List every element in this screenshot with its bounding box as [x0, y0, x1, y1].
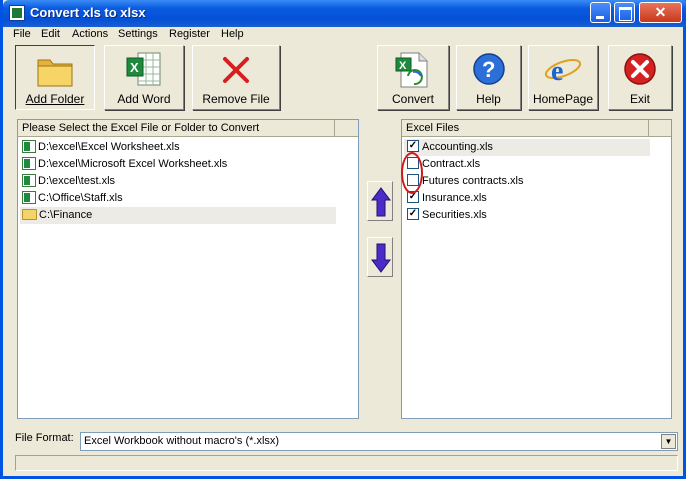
source-list-header-label: Please Select the Excel File or Folder t…	[22, 122, 260, 134]
homepage-button[interactable]: e HomePage	[528, 45, 598, 110]
list-item[interactable]: C:\Office\Staff.xls	[20, 190, 336, 207]
excel-file-icon	[22, 139, 36, 153]
menu-edit[interactable]: Edit	[41, 28, 60, 40]
folder-icon	[22, 208, 37, 220]
menu-help[interactable]: Help	[221, 28, 244, 40]
file-format-label: File Format:	[15, 432, 74, 444]
add-folder-label: Add Folder	[25, 92, 85, 106]
excel-sheet-icon: X	[126, 52, 161, 86]
list-item-label: D:\excel\Excel Worksheet.xls	[38, 141, 180, 153]
excel-file-icon	[22, 190, 36, 204]
minimize-button[interactable]	[590, 2, 611, 23]
list-item-label: D:\excel\test.xls	[38, 175, 116, 187]
list-item-label: Futures contracts.xls	[422, 175, 524, 187]
excel-file-icon	[22, 156, 36, 170]
excel-files-header-label: Excel Files	[406, 122, 460, 134]
excel-files-header: Excel Files	[402, 120, 671, 137]
list-item[interactable]: ✓ Securities.xls	[404, 207, 650, 224]
column-separator	[648, 120, 649, 136]
list-item-label: C:\Office\Staff.xls	[38, 192, 123, 204]
app-icon	[9, 5, 25, 21]
list-item-label: Securities.xls	[422, 209, 487, 221]
list-item[interactable]: D:\excel\test.xls	[20, 173, 336, 190]
convert-button[interactable]: X Convert	[377, 45, 449, 110]
menu-settings[interactable]: Settings	[118, 28, 158, 40]
menu-register[interactable]: Register	[169, 28, 210, 40]
file-format-select[interactable]: Excel Workbook without macro's (*.xlsx) …	[80, 432, 678, 451]
list-item-label: D:\excel\Microsoft Excel Worksheet.xls	[38, 158, 228, 170]
internet-explorer-icon: e	[544, 56, 582, 87]
excel-file-icon	[22, 173, 36, 187]
maximize-button[interactable]	[614, 2, 635, 23]
remove-file-label: Remove File	[202, 92, 270, 106]
add-word-label: Add Word	[117, 92, 171, 106]
checkbox-checked[interactable]: ✓	[407, 140, 419, 153]
list-item[interactable]: C:\Finance	[20, 207, 336, 224]
title-bar[interactable]: Convert xls to xlsx ✕	[3, 0, 686, 27]
svg-text:X: X	[130, 60, 139, 75]
list-item[interactable]: Futures contracts.xls	[404, 173, 650, 190]
menu-file[interactable]: File	[13, 28, 31, 40]
window-title: Convert xls to xlsx	[30, 5, 146, 20]
checkbox-checked[interactable]: ✓	[407, 208, 419, 221]
list-item[interactable]: ✓ Accounting.xls	[404, 139, 650, 156]
list-item[interactable]: D:\excel\Excel Worksheet.xls	[20, 139, 336, 156]
exit-label: Exit	[629, 92, 650, 106]
list-item[interactable]: ✓ Insurance.xls	[404, 190, 650, 207]
menu-bar: File Edit Actions Settings Register Help	[6, 27, 686, 44]
exit-button[interactable]: Exit	[608, 45, 672, 110]
help-button[interactable]: ? Help	[456, 45, 521, 110]
menu-actions[interactable]: Actions	[72, 28, 108, 40]
add-folder-button[interactable]: Add Folder	[15, 45, 95, 110]
add-word-button[interactable]: X Add Word	[104, 45, 184, 110]
source-list-header: Please Select the Excel File or Folder t…	[18, 120, 358, 137]
remove-file-button[interactable]: Remove File	[192, 45, 280, 110]
highlight-circle-annotation	[401, 152, 423, 194]
svg-text:e: e	[551, 56, 563, 87]
list-item[interactable]: D:\excel\Microsoft Excel Worksheet.xls	[20, 156, 336, 173]
exit-icon	[624, 53, 656, 85]
excel-files-list[interactable]: Excel Files ✓ Accounting.xls Contract.xls…	[401, 119, 672, 419]
remove-x-icon	[223, 57, 249, 83]
arrow-up-icon	[371, 187, 391, 217]
close-button[interactable]: ✕	[639, 2, 682, 23]
folder-icon	[37, 59, 73, 87]
help-label: Help	[476, 92, 501, 106]
convert-icon: X	[395, 52, 428, 88]
arrow-down-icon	[371, 243, 391, 273]
svg-text:X: X	[399, 60, 407, 72]
list-item-label: Contract.xls	[422, 158, 481, 170]
homepage-label: HomePage	[532, 92, 594, 106]
list-item[interactable]: Contract.xls	[404, 156, 650, 173]
source-file-list[interactable]: Please Select the Excel File or Folder t…	[17, 119, 359, 419]
column-separator	[334, 120, 335, 136]
list-item-label: Accounting.xls	[422, 141, 493, 153]
move-up-button[interactable]	[367, 181, 393, 221]
status-bar	[15, 455, 678, 471]
convert-label: Convert	[391, 92, 435, 106]
move-down-button[interactable]	[367, 237, 393, 277]
help-icon: ?	[472, 53, 505, 85]
file-format-value: Excel Workbook without macro's (*.xlsx)	[84, 435, 280, 447]
app-window: Convert xls to xlsx ✕ File Edit Actions …	[0, 0, 686, 479]
chevron-down-icon[interactable]: ▼	[661, 434, 676, 449]
list-item-label: C:\Finance	[39, 209, 93, 221]
svg-text:?: ?	[482, 57, 495, 82]
list-item-label: Insurance.xls	[422, 192, 487, 204]
